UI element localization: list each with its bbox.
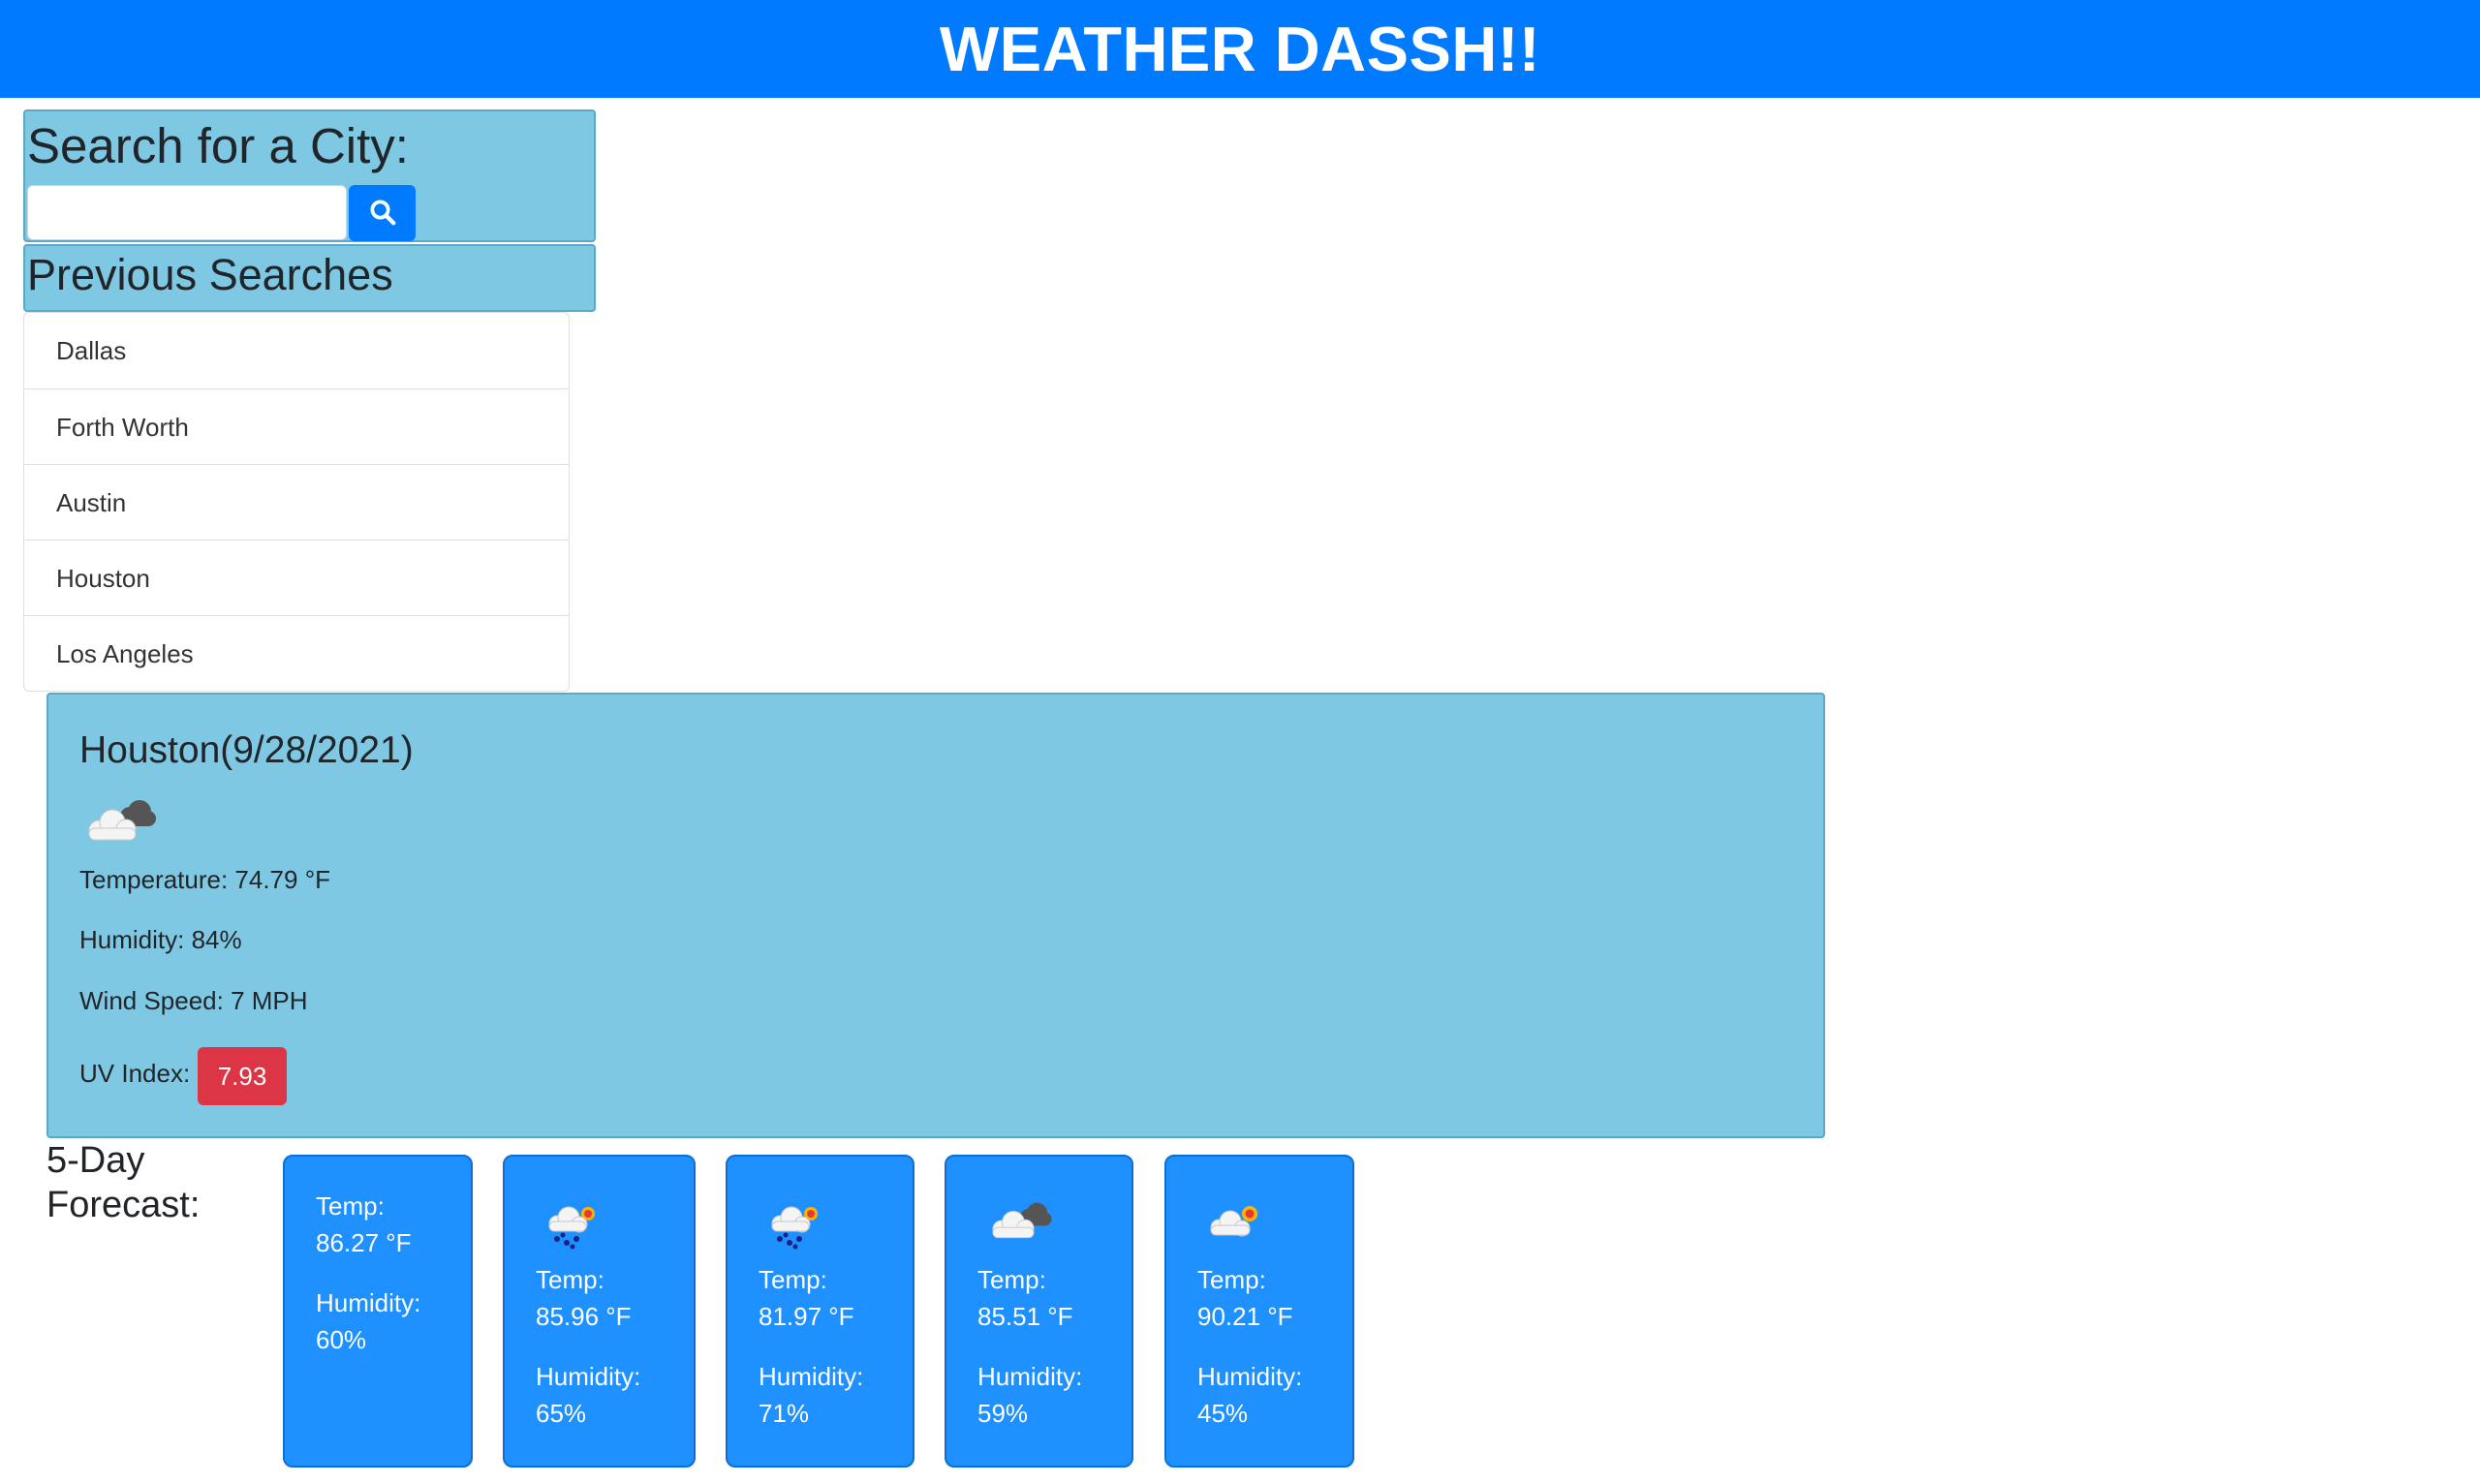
forecast-humidity: 65% bbox=[536, 1399, 587, 1428]
city-item-los-angeles[interactable]: Los Angeles bbox=[24, 615, 569, 691]
forecast-humidity-label: Humidity: bbox=[316, 1288, 421, 1317]
uv-index-badge: 7.93 bbox=[198, 1047, 287, 1105]
current-temperature: Temperature: 74.79 °F bbox=[79, 865, 330, 894]
forecast-humidity-label: Humidity: bbox=[977, 1362, 1083, 1391]
forecast-temp-label: Temp: bbox=[316, 1191, 385, 1221]
top-banner: WEATHER DASSH!! bbox=[0, 0, 2480, 98]
forecast-temp: 85.51 °F bbox=[977, 1302, 1073, 1331]
forecast-humidity-label: Humidity: bbox=[1197, 1362, 1303, 1391]
previous-searches-list: Dallas Forth Worth Austin Houston Los An… bbox=[23, 312, 570, 692]
forecast-heading-line1: 5-Day bbox=[46, 1140, 145, 1181]
city-search-input[interactable] bbox=[27, 185, 347, 240]
forecast-card-5: Temp: 90.21 °F Humidity: 45% bbox=[1164, 1155, 1354, 1468]
current-wind-speed: Wind Speed: 7 MPH bbox=[79, 986, 308, 1015]
cloudy-icon bbox=[88, 800, 156, 841]
city-item-dallas[interactable]: Dallas bbox=[24, 313, 569, 388]
city-item-houston[interactable]: Houston bbox=[24, 540, 569, 615]
forecast-temp-label: Temp: bbox=[1197, 1265, 1266, 1294]
forecast-card-4: Temp: 85.51 °F Humidity: 59% bbox=[945, 1155, 1133, 1468]
page-title: WEATHER DASSH!! bbox=[939, 14, 1541, 84]
forecast-humidity: 45% bbox=[1197, 1399, 1249, 1428]
forecast-temp-label: Temp: bbox=[536, 1265, 604, 1294]
search-panel: Search for a City: bbox=[23, 109, 596, 242]
partly-cloudy-icon bbox=[1210, 1206, 1257, 1237]
forecast-temp-label: Temp: bbox=[977, 1265, 1046, 1294]
forecast-temp: 85.96 °F bbox=[536, 1302, 632, 1331]
city-item-forth-worth[interactable]: Forth Worth bbox=[24, 388, 569, 464]
forecast-humidity: 59% bbox=[977, 1399, 1029, 1428]
search-heading: Search for a City: bbox=[27, 118, 409, 173]
cloudy-icon bbox=[992, 1202, 1052, 1239]
previous-searches-panel: Previous Searches bbox=[23, 244, 596, 312]
forecast-temp: 81.97 °F bbox=[759, 1302, 854, 1331]
rain-sun-icon bbox=[771, 1206, 818, 1250]
uv-index-label: UV Index: bbox=[79, 1059, 191, 1088]
forecast-temp: 86.27 °F bbox=[316, 1228, 412, 1257]
forecast-heading: 5-Day Forecast: bbox=[46, 1138, 200, 1227]
forecast-humidity-label: Humidity: bbox=[759, 1362, 864, 1391]
previous-searches-heading: Previous Searches bbox=[27, 250, 393, 299]
current-humidity: Humidity: 84% bbox=[79, 925, 242, 954]
forecast-heading-line2: Forecast: bbox=[46, 1185, 201, 1225]
current-city-date: Houston(9/28/2021) bbox=[79, 729, 414, 771]
forecast-temp-label: Temp: bbox=[759, 1265, 827, 1294]
search-icon bbox=[370, 200, 395, 225]
forecast-card-2: Temp: 85.96 °F Humidity: 65% bbox=[503, 1155, 696, 1468]
rain-sun-icon bbox=[548, 1206, 595, 1250]
forecast-humidity: 71% bbox=[759, 1399, 810, 1428]
city-item-austin[interactable]: Austin bbox=[24, 464, 569, 540]
current-weather-panel: Houston(9/28/2021) Temperature: 74.79 °F… bbox=[46, 693, 1825, 1138]
forecast-card-1: Temp: 86.27 °F Humidity: 60% bbox=[283, 1155, 473, 1468]
forecast-card-3: Temp: 81.97 °F Humidity: 71% bbox=[726, 1155, 914, 1468]
search-button[interactable] bbox=[349, 185, 416, 241]
forecast-humidity: 60% bbox=[316, 1325, 367, 1354]
forecast-temp: 90.21 °F bbox=[1197, 1302, 1293, 1331]
forecast-humidity-label: Humidity: bbox=[536, 1362, 641, 1391]
